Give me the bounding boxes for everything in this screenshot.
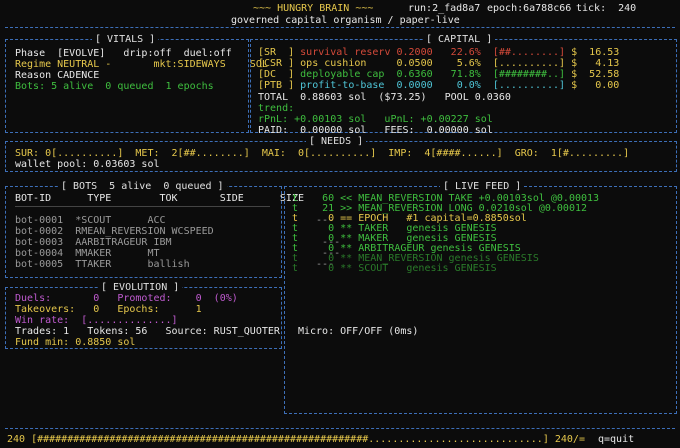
capital-row: [DC ] deployable cap 0.6360 71.8% [#####… [258,69,619,80]
capital-usd: $ 52.58 [571,69,620,80]
capital-usd: $ 0.00 [571,80,620,91]
capital-name: ops cushion [300,58,397,69]
capital-total: TOTAL 0.88603 sol ($73.25) POOL 0.0360 [258,92,511,103]
vitals-title: [ VITALS ] [92,34,159,45]
evolution-title: [ EVOLUTION ] [98,282,183,293]
vitals-reason: Reason CADENCE [15,70,100,81]
evolution-duels: Duels: 0 Promoted: 0 (0%) [15,293,238,304]
bots-title: [ BOTS 5 alive 0 queued ] [58,181,227,192]
needs-title: [ NEEDS ] [306,136,367,147]
capital-trend: trend: [258,103,295,114]
capital-tag: [PTB ] [258,80,301,91]
capital-bar: [##........] [492,47,572,58]
evolution-fund-min: Fund min: 0.8850 sol [15,337,136,348]
run-id: run:2_fad8a7 [408,3,481,14]
needs-bars: SUR: 0[..........] MET: 2[##........] MA… [15,148,630,159]
vitals-phase: Phase [EVOLVE] drip:off duel:off [15,48,232,59]
evolution-takeovers: Takeovers: 0 Epochs: 1 [15,304,202,315]
capital-usd: $ 16.53 [571,47,620,58]
capital-name: profit-to-base [300,80,397,91]
capital-name: survival reserv [300,47,397,58]
table-row[interactable]: bot-0002 RMEAN_REVERSION WCSPEED [15,226,214,237]
capital-bar: [..........] [492,80,572,91]
vitals-regime: Regime NEUTRAL - mkt:SIDEWAYS SOL [15,59,268,70]
live-feed-title: [ LIVE FEED ] [440,181,525,192]
footer-divider [5,428,675,429]
capital-row: [SR ] survival reserv 0.2000 22.6% [##..… [258,47,619,58]
app-title: ~~~ HUNGRY BRAIN ~~~ [253,3,374,14]
capital-bar: [########..] [492,69,572,80]
capital-row: [CSR ] ops cushion 0.0500 5.6% [........… [258,58,619,69]
capital-bar: [..........] [492,58,572,69]
evolution-winrate: Win rate: [..............] [15,315,178,326]
wallet-pool: wallet pool: 0.03603 sol [15,159,160,170]
capital-tag: [DC ] [258,69,301,80]
capital-tag: [CSR ] [258,58,301,69]
capital-pct: 5.6% [450,58,493,69]
capital-value: 0.0000 [396,80,451,91]
app-subtitle: governed capital organism / paper-live [231,15,460,26]
capital-value: 0.2000 [396,47,451,58]
tick-counter: tick: 240 [576,3,637,14]
capital-pnl: rPnL: +0.00103 sol uPnL: +0.00227 sol [258,114,493,125]
vitals-bots: Bots: 5 alive 0 queued 1 epochs [15,81,214,92]
capital-row: [PTB ] profit-to-base 0.0000 0.0% [.....… [258,80,619,91]
feed-line: t 0 ** SCOUT genesis GENESIS [292,263,497,274]
bots-columns: BOT-ID TYPE TOK SIDE SIZE [15,193,304,204]
top-divider [5,27,675,28]
capital-paid-fees: PAID: 0.00000 sol FEES: 0.00000 sol [258,125,493,136]
bots-columns-rule [15,206,270,207]
tick-progress-bar: 240 [###################################… [7,434,585,445]
epoch-id: epoch:6a788c66 [487,3,572,14]
capital-value: 0.0500 [396,58,451,69]
capital-pct: 0.0% [450,80,493,91]
capital-value: 0.6360 [396,69,451,80]
capital-title: [ CAPITAL ] [423,34,496,45]
capital-name: deployable cap [300,69,397,80]
quit-hint[interactable]: q=quit [598,434,634,445]
capital-usd: $ 4.13 [571,58,620,69]
capital-pct: 71.8% [450,69,493,80]
capital-pct: 22.6% [450,47,493,58]
capital-tag: [SR ] [258,47,301,58]
